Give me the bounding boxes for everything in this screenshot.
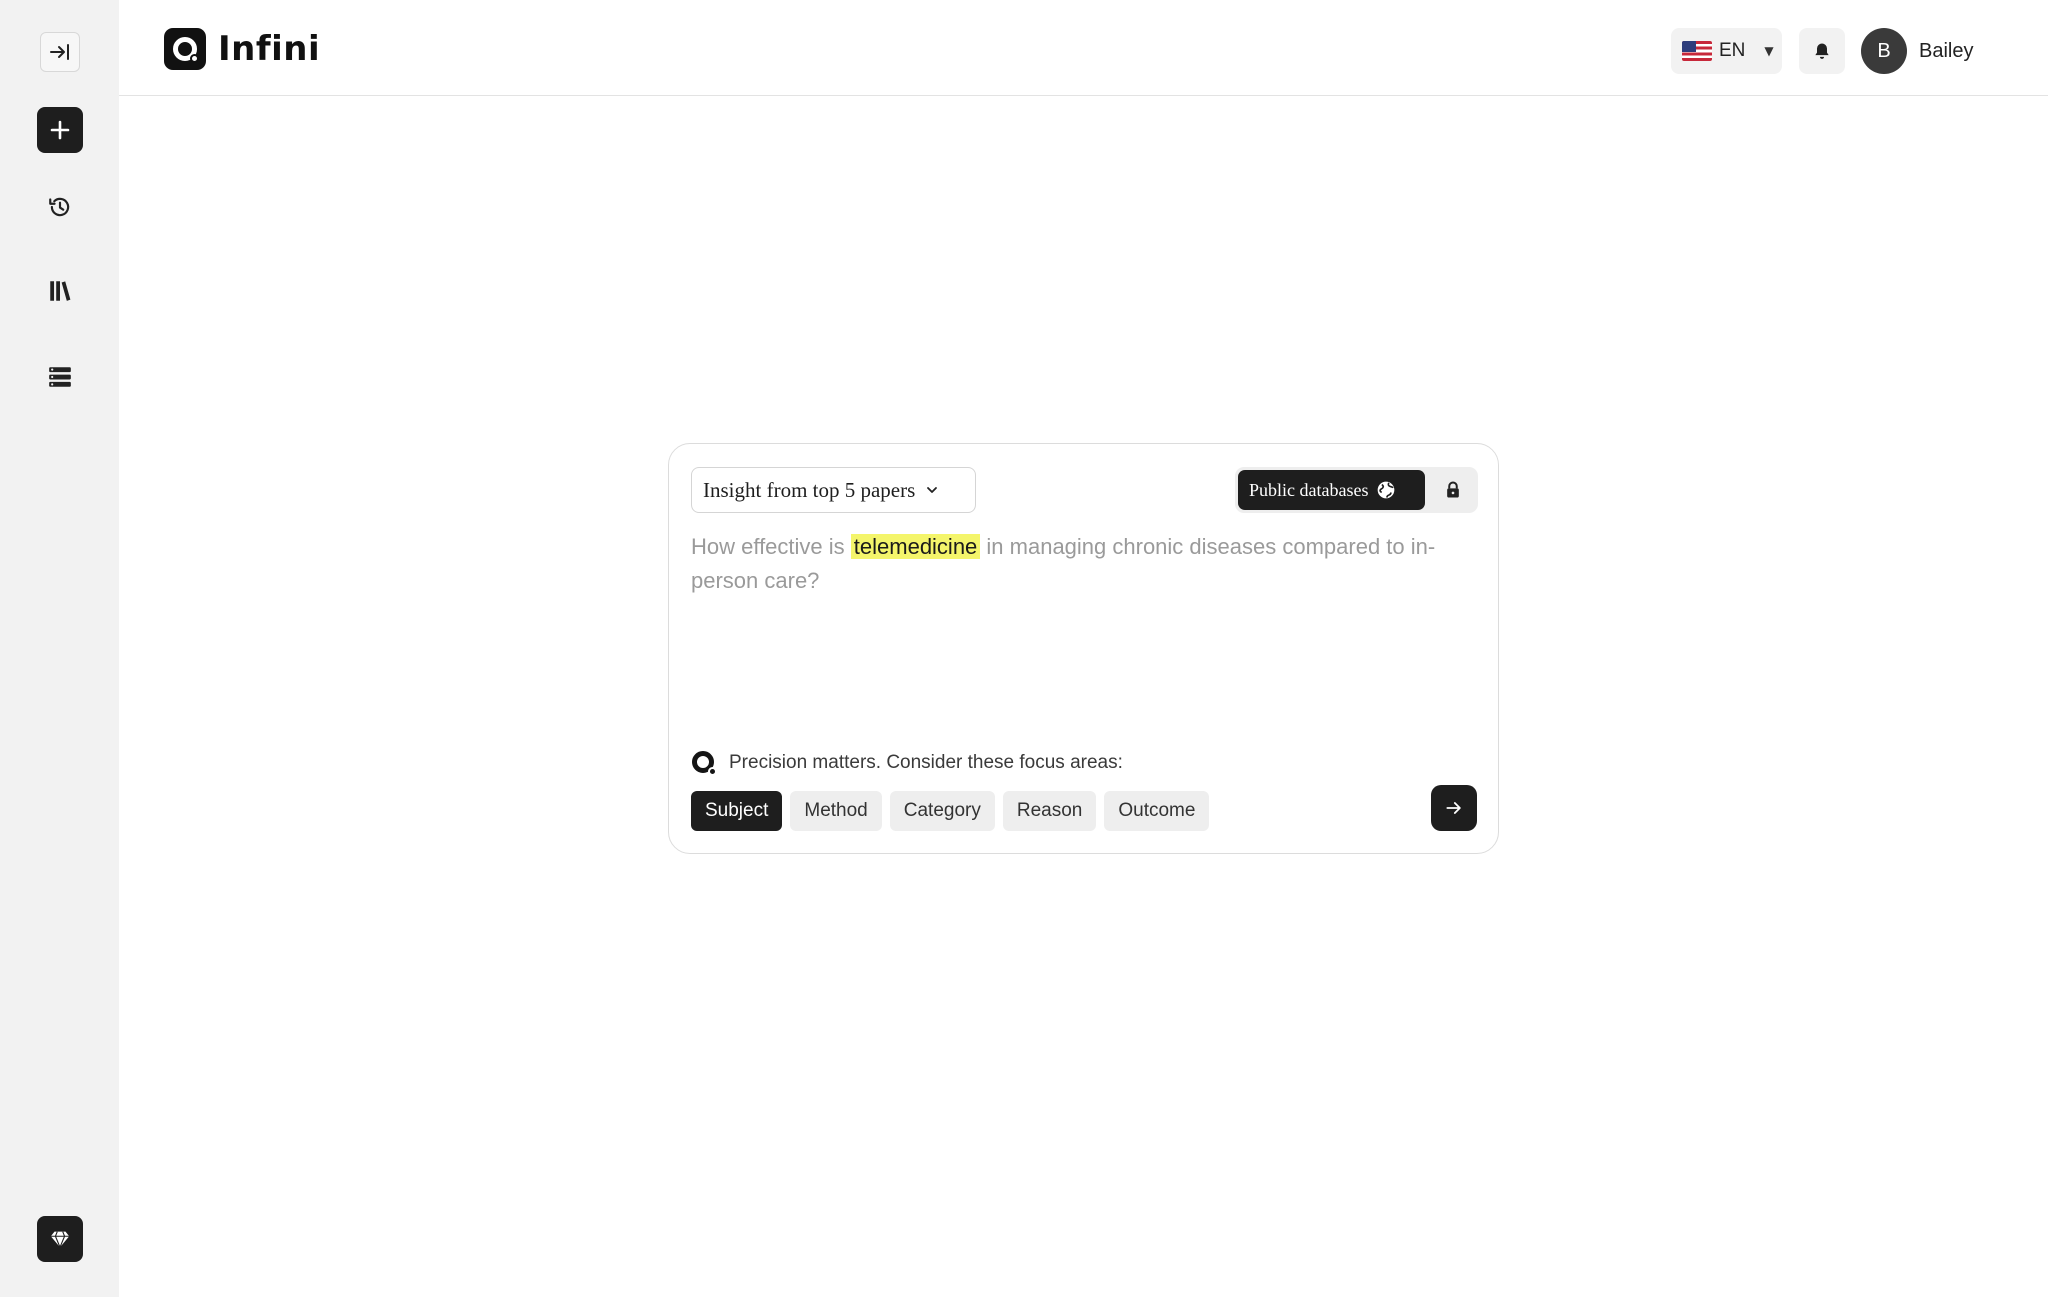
library-button[interactable] [37,268,83,314]
list-icon [49,367,71,387]
lock-icon [1447,481,1459,498]
focus-chip-subject[interactable]: Subject [691,791,783,831]
arrow-right-icon [1446,802,1461,814]
app-logo[interactable]: Infini [164,28,320,70]
query-input[interactable]: How effective is telemedicine in managin… [691,530,1481,598]
history-icon [49,197,70,217]
focus-chip-method[interactable]: Method [790,791,882,831]
focus-chip-outcome[interactable]: Outcome [1104,791,1210,831]
submit-button[interactable] [1431,785,1477,831]
language-selector[interactable]: EN ▼ [1671,28,1782,74]
private-databases-button[interactable] [1431,470,1475,510]
collapse-sidebar-icon [50,44,69,60]
user-name[interactable]: Bailey [1919,28,1973,74]
language-code: EN [1719,40,1746,61]
bell-icon [1815,43,1829,59]
library-icon [50,281,71,301]
database-toggle: Public databases [1235,467,1478,513]
diamond-icon [50,1231,70,1249]
app-name: Infini [218,29,321,69]
history-button[interactable] [37,184,83,230]
collapse-sidebar-button[interactable] [40,32,80,72]
plus-icon [50,120,70,140]
premium-button[interactable] [37,1216,83,1262]
saved-list-button[interactable] [37,354,83,400]
globe-icon [1378,481,1395,499]
public-databases-label: Public databases [1249,479,1369,500]
focus-chip-reason[interactable]: Reason [1002,791,1097,831]
user-avatar[interactable]: B [1861,28,1907,74]
infini-logo-small-icon [691,750,717,776]
focus-area-chips: Subject Method Category Reason Outcome [691,791,1210,831]
chevron-down-icon [927,487,938,493]
query-text-before: How effective is [691,534,851,559]
top-header: Infini EN ▼ B Bailey ▼ [119,0,2048,96]
query-highlight: telemedicine [850,534,981,559]
focus-chip-category[interactable]: Category [889,791,995,831]
new-search-button[interactable] [37,107,83,153]
notifications-button[interactable] [1799,28,1845,74]
sidebar [0,0,119,1297]
search-mode-select[interactable]: Insight from top 5 papers [691,467,976,513]
infini-logo-icon [164,28,206,70]
us-flag-icon [1682,41,1712,61]
public-databases-button[interactable]: Public databases [1238,470,1425,510]
focus-hint: Precision matters. Consider these focus … [691,750,1123,776]
search-mode-label: Insight from top 5 papers [703,477,916,502]
focus-hint-text: Precision matters. Consider these focus … [729,752,1123,773]
search-card: Insight from top 5 papers Public databas… [668,443,1499,854]
caret-down-icon: ▼ [1764,44,1774,58]
